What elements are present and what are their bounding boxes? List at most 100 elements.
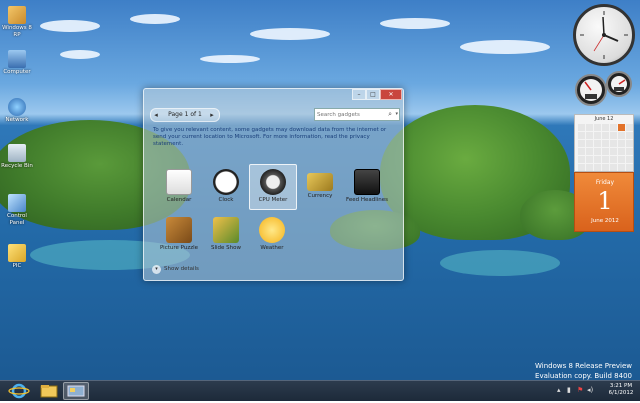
gadget-tile-clock[interactable]: Clock [203, 165, 249, 209]
taskbar-ie-button[interactable] [6, 382, 32, 400]
calendar-day-cell[interactable] [618, 164, 625, 171]
currency-icon [307, 173, 333, 191]
desktop-icon-label: Recycle Bin [1, 163, 33, 169]
calendar-day-cell[interactable] [618, 156, 625, 163]
clock-gadget[interactable] [573, 4, 635, 66]
page-navigator: ◂ Page 1 of 1 ▸ [150, 108, 220, 122]
desktop-icon-recycle-bin[interactable]: Recycle Bin [0, 144, 34, 170]
calendar-day-cell[interactable] [578, 164, 585, 171]
calendar-day-cell[interactable] [594, 132, 601, 139]
calendar-day-cell[interactable] [610, 164, 617, 171]
calendar-day-cell[interactable] [586, 164, 593, 171]
gadget-tile-currency[interactable]: Currency [297, 165, 343, 209]
calendar-day-cell[interactable] [594, 140, 601, 147]
cloud [60, 50, 100, 59]
gadget-tile-feed-headlines[interactable]: Feed Headlines [344, 165, 390, 209]
gadget-tile-picture-puzzle[interactable]: Picture Puzzle [156, 213, 202, 257]
calendar-day-cell[interactable] [602, 140, 609, 147]
network-status-icon[interactable]: ▮ [567, 386, 571, 394]
maximize-button[interactable]: □ [366, 89, 380, 100]
window-titlebar[interactable]: – □ ✕ [144, 89, 403, 101]
calendar-day-cell[interactable] [594, 124, 601, 131]
gadget-label: Picture Puzzle [159, 245, 199, 251]
calendar-day-cell[interactable] [602, 148, 609, 155]
calendar-day-cell[interactable] [618, 140, 625, 147]
taskbar-gadget-gallery-button[interactable] [63, 382, 89, 400]
close-button[interactable]: ✕ [380, 89, 402, 100]
calendar-day-cell[interactable] [618, 132, 625, 139]
folder-icon [8, 244, 26, 262]
minimize-button[interactable]: – [352, 89, 366, 100]
search-input[interactable] [315, 109, 383, 121]
gadget-tile-cpu-meter[interactable]: CPU Meter [249, 164, 297, 210]
cloud [460, 40, 550, 54]
volume-icon[interactable]: ◂) [587, 386, 593, 394]
cloud [130, 14, 180, 24]
feed-headlines-icon [354, 169, 380, 195]
calendar-day-cell[interactable] [602, 132, 609, 139]
desktop-icon-label: Windows 8 RP [2, 25, 32, 38]
calendar-day-cell[interactable] [594, 156, 601, 163]
calendar-day-cell[interactable] [618, 148, 625, 155]
calendar-day-cell[interactable] [602, 156, 609, 163]
calendar-day-cell[interactable] [618, 124, 625, 131]
prev-page-icon[interactable]: ◂ [152, 110, 160, 120]
calendar-day-cell[interactable] [586, 148, 593, 155]
desktop-icon-label: Control Panel [7, 213, 27, 226]
calendar-day-cell[interactable] [626, 164, 633, 171]
gadget-tile-weather[interactable]: Weather [249, 213, 295, 257]
desktop-icon-control-panel[interactable]: Control Panel [0, 194, 34, 227]
gallery-toolbar: ◂ Page 1 of 1 ▸ ⌕ ▾ [148, 108, 400, 122]
calendar-day-cell[interactable] [610, 132, 617, 139]
gadget-label: Weather [260, 245, 284, 251]
calendar-day-cell[interactable] [610, 140, 617, 147]
taskbar: ▴ ▮ ⚑ ◂) 3:21 PM 6/1/2012 [0, 380, 640, 401]
desktop-icon-network[interactable]: Network [0, 98, 34, 124]
calendar-day-cell[interactable] [610, 124, 617, 131]
gadget-label: Clock [218, 197, 234, 203]
taskbar-clock[interactable]: 3:21 PM 6/1/2012 [604, 383, 638, 397]
calendar-gadget[interactable]: June 12 Friday 1 June 2012 [574, 114, 634, 232]
calendar-day-cell[interactable] [578, 148, 585, 155]
calendar-day-cell[interactable] [610, 148, 617, 155]
calendar-day-cell[interactable] [626, 156, 633, 163]
search-icon[interactable]: ⌕ [388, 109, 392, 120]
calendar-day-cell[interactable] [578, 140, 585, 147]
gadget-tile-slide-show[interactable]: Slide Show [203, 213, 249, 257]
calendar-day-cell[interactable] [578, 156, 585, 163]
desktop-icon-pic[interactable]: PIC [0, 244, 34, 270]
desktop-icon-computer[interactable]: Computer [0, 50, 34, 76]
taskbar-explorer-button[interactable] [36, 382, 62, 400]
search-box[interactable]: ⌕ ▾ [314, 108, 400, 121]
calendar-day-cell[interactable] [586, 124, 593, 131]
calendar-day-cell[interactable] [586, 140, 593, 147]
action-center-icon[interactable]: ⚑ [577, 386, 583, 394]
calendar-day-cell[interactable] [586, 156, 593, 163]
cpu-meter-icon [260, 169, 286, 195]
calendar-day-cell[interactable] [626, 148, 633, 155]
calendar-day-cell[interactable] [594, 164, 601, 171]
gadget-gallery-window[interactable]: – □ ✕ ◂ Page 1 of 1 ▸ ⌕ ▾ To give you re… [143, 88, 404, 281]
calendar-day-cell[interactable] [626, 124, 633, 131]
calendar-day-cell[interactable] [578, 124, 585, 131]
show-hidden-icons-icon[interactable]: ▴ [557, 386, 561, 394]
cpu-meter-gadget[interactable] [573, 70, 635, 110]
calendar-day-cell[interactable] [626, 132, 633, 139]
desktop-icon-windows8rp[interactable]: Windows 8 RP [0, 6, 34, 39]
calendar-day-cell[interactable] [578, 132, 585, 139]
desktop-icon-label: PIC [12, 263, 22, 269]
calendar-day-cell[interactable] [586, 132, 593, 139]
calendar-day-number: 1 [597, 187, 613, 215]
calendar-day-cell[interactable] [610, 156, 617, 163]
search-dropdown-icon[interactable]: ▾ [395, 109, 398, 120]
calendar-day-cell[interactable] [602, 124, 609, 131]
calendar-day-cell[interactable] [626, 140, 633, 147]
taskbar-time: 3:21 PM [609, 383, 633, 389]
next-page-icon[interactable]: ▸ [208, 110, 216, 120]
show-details-button[interactable]: ▾ Show details [152, 265, 212, 275]
calendar-day-cell[interactable] [602, 164, 609, 171]
calendar-day-cell[interactable] [594, 148, 601, 155]
gadget-tile-calendar[interactable]: Calendar [156, 165, 202, 209]
privacy-info-text[interactable]: To give you relevant content, some gadge… [153, 127, 393, 148]
folder-icon [8, 6, 26, 24]
